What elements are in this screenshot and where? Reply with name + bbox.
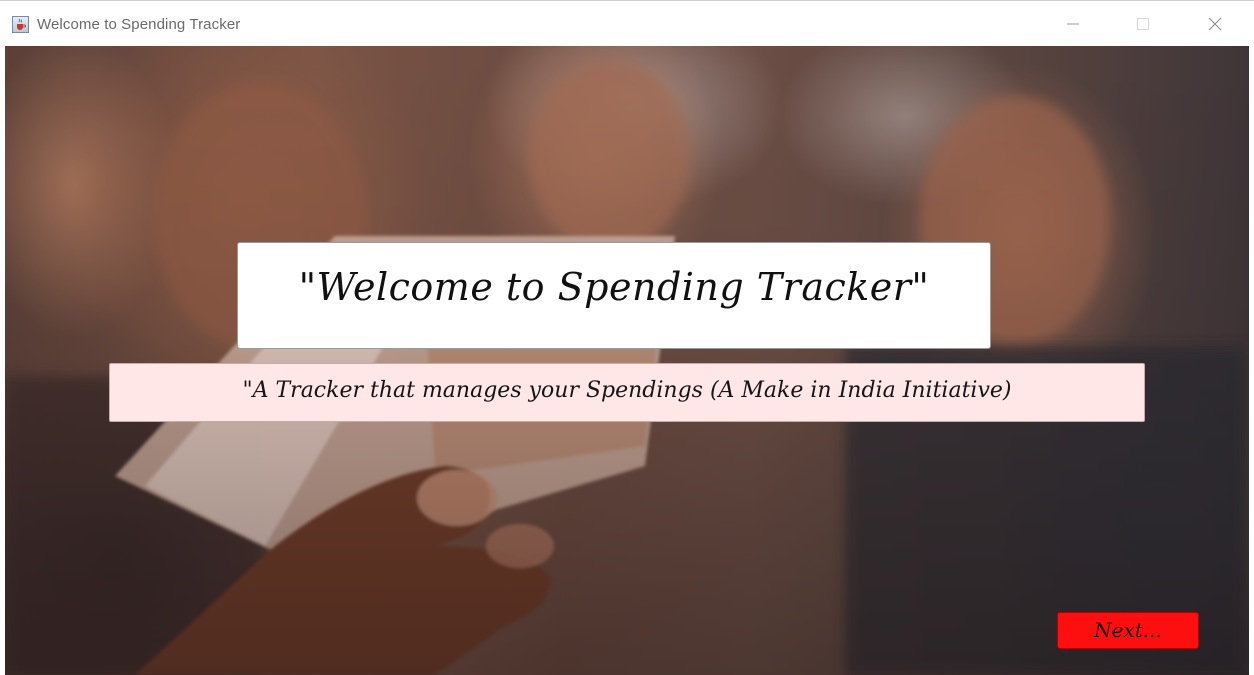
minimize-button[interactable] bbox=[1050, 1, 1096, 47]
background-shade bbox=[5, 46, 1249, 675]
minimize-icon bbox=[1067, 23, 1079, 25]
title-bar[interactable]: Welcome to Spending Tracker bbox=[0, 0, 1254, 46]
welcome-heading-panel: "Welcome to Spending Tracker" bbox=[237, 242, 991, 349]
welcome-heading: "Welcome to Spending Tracker" bbox=[298, 265, 930, 309]
welcome-window: Welcome to Spending Tracker "Welcome to … bbox=[0, 0, 1254, 675]
close-button[interactable] bbox=[1192, 1, 1238, 47]
next-button[interactable]: Next... bbox=[1057, 612, 1199, 649]
maximize-icon bbox=[1137, 18, 1149, 30]
maximize-button[interactable] bbox=[1120, 1, 1166, 47]
window-title: Welcome to Spending Tracker bbox=[37, 16, 241, 33]
tagline-text: "A Tracker that manages your Spendings (… bbox=[242, 378, 1012, 403]
content-panel: "Welcome to Spending Tracker" "A Tracker… bbox=[5, 46, 1249, 675]
java-cup-icon bbox=[12, 16, 29, 33]
close-icon bbox=[1208, 17, 1222, 31]
next-button-label: Next... bbox=[1094, 618, 1162, 642]
tagline-panel: "A Tracker that manages your Spendings (… bbox=[109, 363, 1145, 422]
